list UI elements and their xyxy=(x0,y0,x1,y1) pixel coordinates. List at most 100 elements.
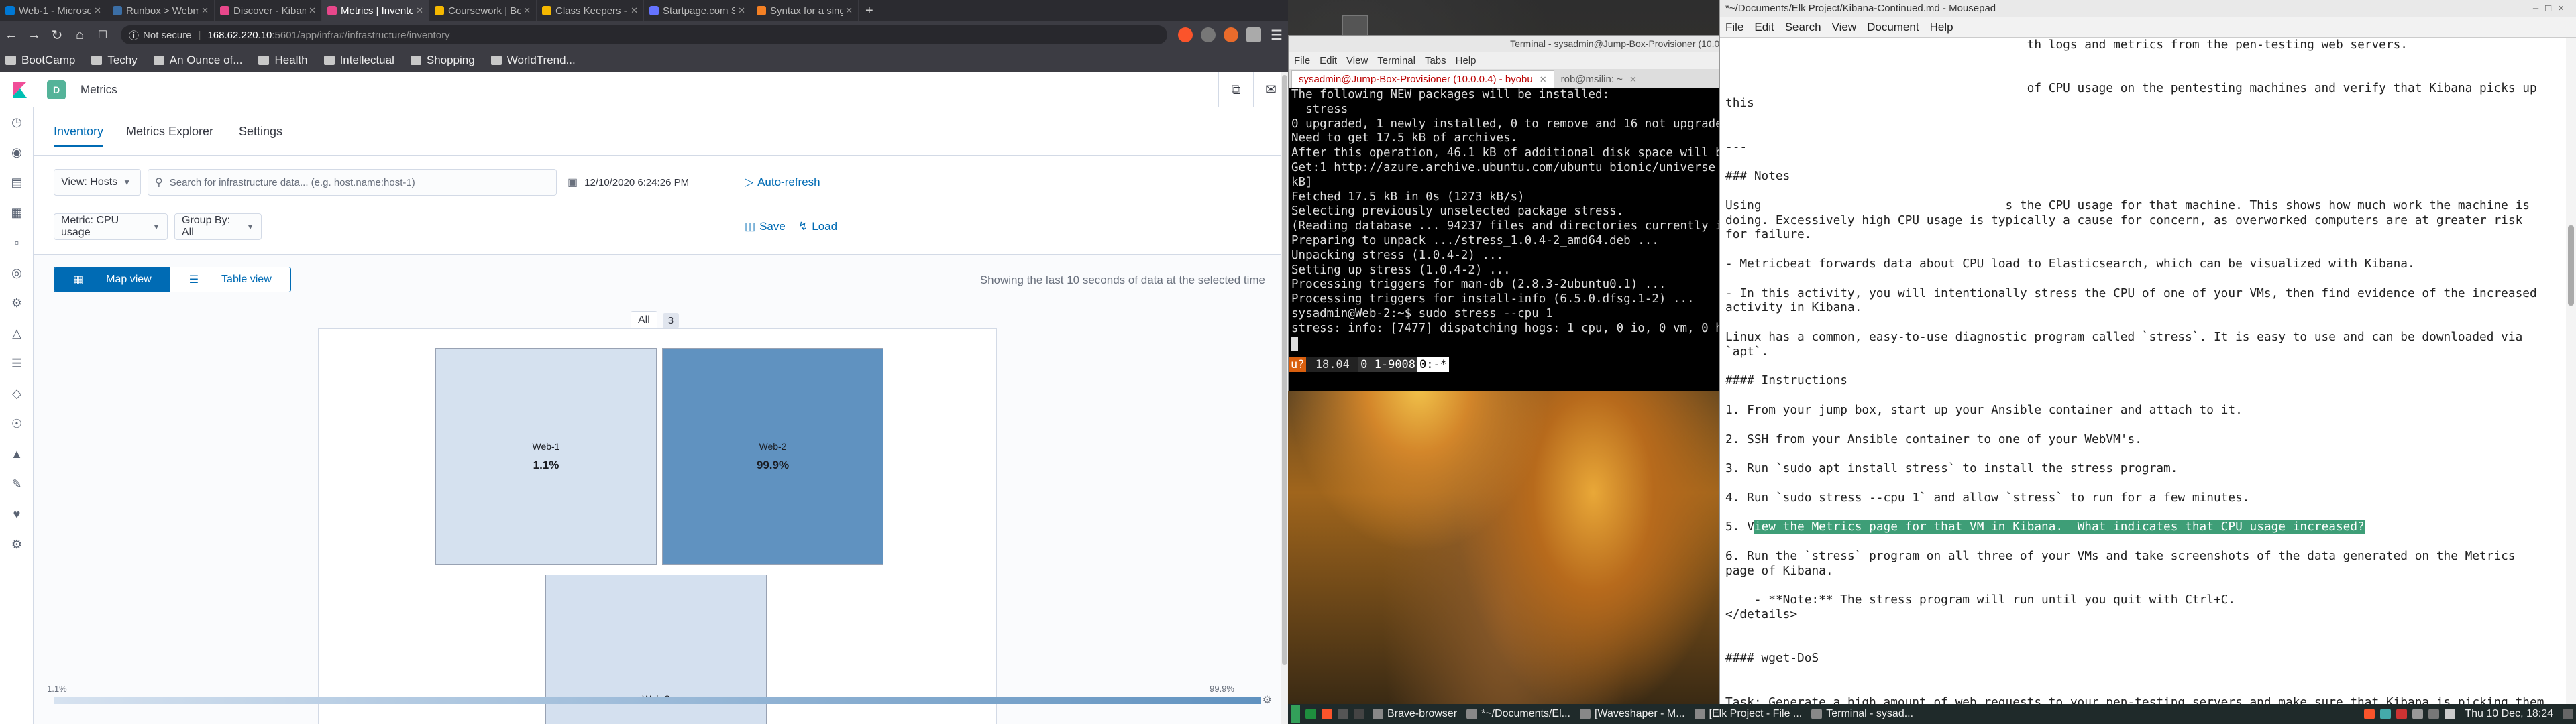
terminal-menu-item[interactable]: Edit xyxy=(1320,55,1337,66)
brave-shields-icon[interactable] xyxy=(1178,27,1193,42)
mousepad-menu-item[interactable]: View xyxy=(1832,21,1857,34)
mousepad-menu-item[interactable]: File xyxy=(1725,21,1743,34)
bookmark-item[interactable]: WorldTrend... xyxy=(490,54,576,67)
map-view-button[interactable]: ▦ Map view xyxy=(54,267,170,292)
view-select[interactable]: View: Hosts ▼ xyxy=(54,169,141,196)
clipboard-icon[interactable] xyxy=(2412,709,2424,719)
close-icon[interactable]: ✕ xyxy=(845,5,853,16)
taskbar-item[interactable]: [Elk Project - File ... xyxy=(1694,708,1802,720)
bookmark-item[interactable]: An Ounce of... xyxy=(153,54,242,67)
volume-icon[interactable] xyxy=(2445,709,2456,719)
info-icon[interactable]: ⓘ xyxy=(129,28,139,42)
mousepad-menu-item[interactable]: Edit xyxy=(1754,21,1774,34)
browser-tab[interactable]: Discover - Kibana ✕ xyxy=(215,0,322,21)
close-icon[interactable]: ✕ xyxy=(631,5,638,16)
mousepad-menu-item[interactable]: Search xyxy=(1785,21,1821,34)
bookmark-item[interactable]: BootCamp xyxy=(5,54,75,67)
browser-tab[interactable]: Syntax for a single-✕ xyxy=(751,0,859,21)
visualize-icon[interactable]: ▤ xyxy=(0,168,34,198)
space-avatar[interactable]: D xyxy=(47,80,66,99)
bookmark-item[interactable]: Intellectual xyxy=(323,54,394,67)
dashboard-icon[interactable]: ▦ xyxy=(0,198,34,228)
gear-icon[interactable]: ⚙ xyxy=(1263,693,1272,707)
bluetooth-icon[interactable] xyxy=(2428,709,2440,719)
close-icon[interactable]: ✕ xyxy=(309,5,316,16)
dev-tools-icon[interactable]: ✎ xyxy=(0,469,34,499)
uptime-icon[interactable]: ☉ xyxy=(0,409,34,439)
new-tab-icon[interactable]: + xyxy=(859,3,880,19)
files-launcher-icon[interactable] xyxy=(1354,709,1364,719)
address-bar[interactable]: ⓘ Not secure | 168.62.220.10:5601/app/in… xyxy=(121,25,1167,44)
load-button[interactable]: ↯ Load xyxy=(798,220,837,233)
canvas-icon[interactable]: ▫ xyxy=(0,228,34,258)
group-by-select[interactable]: Group By: All ▼ xyxy=(174,213,262,240)
whisker-menu-icon[interactable] xyxy=(1291,705,1300,723)
brave-launcher-icon[interactable] xyxy=(1322,709,1332,719)
date-picker[interactable]: ▣ 12/10/2020 6:24:26 PM xyxy=(561,169,735,196)
auto-refresh-button[interactable]: ▷ Auto-refresh xyxy=(745,176,820,189)
forward-icon[interactable]: → xyxy=(23,27,46,43)
mousepad-menu-item[interactable]: Help xyxy=(1930,21,1953,34)
taskbar-item[interactable]: Brave-browser xyxy=(1373,708,1457,720)
bookmark-item[interactable]: Shopping xyxy=(410,54,475,67)
close-icon[interactable]: ✕ xyxy=(1540,74,1547,85)
close-icon[interactable]: ✕ xyxy=(738,5,745,16)
tab-metrics-explorer[interactable]: Metrics Explorer xyxy=(126,125,213,139)
editor-scrollbar[interactable] xyxy=(2566,38,2576,704)
security-icon[interactable] xyxy=(2396,709,2408,719)
taskbar-item[interactable]: Terminal - sysad... xyxy=(1811,708,1913,720)
search-input[interactable]: ⚲ Search for infrastructure data... (e.g.… xyxy=(148,169,557,196)
host-node-web-1[interactable]: Web-1 1.1% xyxy=(435,348,657,565)
bookmark-item[interactable]: Techy xyxy=(91,54,138,67)
clock[interactable]: Thu 10 Dec, 18:24 xyxy=(2465,708,2553,720)
window-buttons-icon[interactable]: –□× xyxy=(2533,0,2571,17)
menu-icon[interactable]: ☰ xyxy=(1265,27,1288,44)
save-button[interactable]: ◫ Save xyxy=(745,220,786,233)
management-icon[interactable]: ⚙ xyxy=(0,530,34,560)
monitoring-icon[interactable]: ♥ xyxy=(0,499,34,530)
tab-inventory[interactable]: Inventory xyxy=(54,125,104,147)
apm-icon[interactable]: ◇ xyxy=(0,379,34,409)
rewards-icon[interactable] xyxy=(1201,27,1216,42)
terminal-tab-2[interactable]: rob@msilin: ~ ✕ xyxy=(1554,71,1644,88)
discover-icon[interactable]: ◉ xyxy=(0,137,34,168)
close-icon[interactable]: ✕ xyxy=(523,5,531,16)
home-icon[interactable]: ⌂ xyxy=(68,27,91,43)
terminal-menu-item[interactable]: Terminal xyxy=(1377,55,1415,66)
breadcrumb[interactable]: Metrics xyxy=(80,83,117,97)
terminal-tab-1[interactable]: sysadmin@Jump-Box-Provisioner (10.0.0.4)… xyxy=(1291,70,1554,88)
browser-tab[interactable]: Startpage.com Sea✕ xyxy=(644,0,751,21)
group-badge[interactable]: All 3 xyxy=(631,311,680,330)
taskbar-item[interactable]: *~/Documents/El... xyxy=(1466,708,1570,720)
browser-tab[interactable]: Coursework | Bootc✕ xyxy=(429,0,537,21)
editor-text[interactable]: th logs and metrics from the pen-testing… xyxy=(1720,38,2567,704)
extension-icon[interactable] xyxy=(1224,27,1238,42)
close-icon[interactable]: ✕ xyxy=(94,5,101,16)
host-node-web-2[interactable]: Web-2 99.9% xyxy=(662,348,883,565)
terminal-menu-item[interactable]: Help xyxy=(1456,55,1477,66)
scrollbar-thumb[interactable] xyxy=(1282,75,1287,665)
terminal-menu-item[interactable]: File xyxy=(1294,55,1310,66)
browser-tab[interactable]: Metrics | Inventory✕ xyxy=(322,0,429,21)
workspace-icon[interactable] xyxy=(1305,709,1316,719)
reload-icon[interactable]: ↻ xyxy=(46,27,68,44)
page-scrollbar[interactable] xyxy=(1281,72,1288,724)
brave-tray-icon[interactable] xyxy=(2364,709,2375,719)
ml-icon[interactable]: ⚙ xyxy=(0,288,34,318)
close-icon[interactable]: ✕ xyxy=(1629,74,1637,85)
network-icon[interactable] xyxy=(2380,709,2392,719)
maps-icon[interactable]: ◎ xyxy=(0,258,34,288)
back-icon[interactable]: ← xyxy=(0,27,23,43)
browser-tab[interactable]: Web-1 - Microsoft ✕ xyxy=(0,0,107,21)
terminal-menu-item[interactable]: Tabs xyxy=(1425,55,1446,66)
puzzle-icon[interactable] xyxy=(1246,27,1261,42)
close-icon[interactable]: ✕ xyxy=(201,5,209,16)
metric-select[interactable]: Metric: CPU usage ▼ xyxy=(54,213,168,240)
terminal-menu-item[interactable]: View xyxy=(1346,55,1368,66)
bookmark-icon[interactable]: ☐ xyxy=(91,28,114,42)
metrics-icon[interactable]: △ xyxy=(0,318,34,349)
taskbar-item[interactable]: [Waveshaper - M... xyxy=(1579,708,1685,720)
kibana-logo-icon[interactable] xyxy=(11,80,30,99)
power-icon[interactable] xyxy=(2563,709,2573,719)
browser-tab[interactable]: Runbox > Webmail✕ xyxy=(107,0,215,21)
